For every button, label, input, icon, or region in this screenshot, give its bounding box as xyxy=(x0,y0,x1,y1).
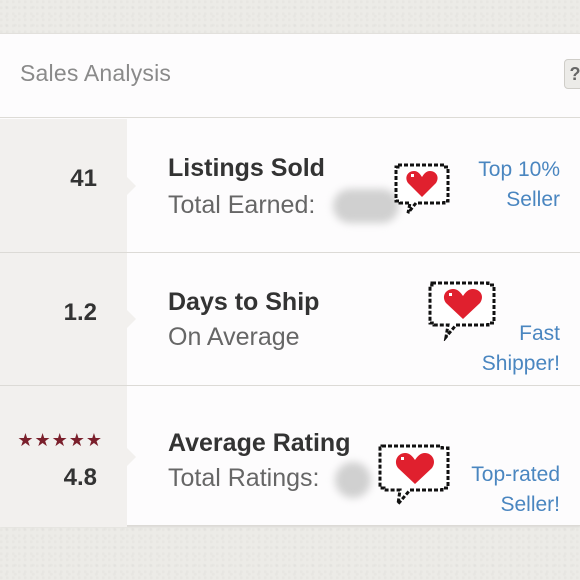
fast-shipper-badge[interactable]: Fast Shipper! xyxy=(482,319,560,379)
metric-column: ★★★★★ 4.8 xyxy=(0,386,136,527)
days-to-ship-value: 1.2 xyxy=(63,299,97,326)
total-earned-redacted xyxy=(333,189,399,223)
badge-line-2: Seller! xyxy=(500,493,560,516)
total-ratings-redacted xyxy=(335,462,371,498)
metric-column: 41 xyxy=(0,119,136,252)
badge-line-1: Top 10% xyxy=(478,158,560,181)
sales-analysis-card: Sales Analysis ? 41 Listings Sold Total … xyxy=(0,33,580,527)
badge-line-1: Top-rated xyxy=(471,463,560,486)
stat-row-average-rating: ★★★★★ 4.8 Average Rating Total Ratings: … xyxy=(0,385,580,527)
card-header: Sales Analysis ? xyxy=(0,34,580,118)
badge-line-2: Seller xyxy=(506,188,560,211)
listings-sold-count: 41 xyxy=(70,165,97,192)
on-average-label: On Average xyxy=(168,323,300,351)
star-rating-icon: ★★★★★ xyxy=(17,430,103,450)
total-earned-label: Total Earned: xyxy=(168,191,316,219)
stat-row-listings-sold: 41 Listings Sold Total Earned: Top 10% S… xyxy=(0,119,580,252)
heart-icon xyxy=(394,163,450,214)
metric-column: 1.2 xyxy=(0,253,136,385)
total-ratings-label: Total Ratings: xyxy=(168,464,320,492)
heart-icon xyxy=(378,444,450,508)
stat-row-days-to-ship: 1.2 Days to Ship On Average Fast Shipper… xyxy=(0,252,580,385)
card-title: Sales Analysis xyxy=(20,60,172,86)
listings-sold-label: Listings Sold xyxy=(168,154,325,182)
average-rating-label: Average Rating xyxy=(168,429,351,457)
days-to-ship-label: Days to Ship xyxy=(168,288,320,316)
top-rated-seller-badge[interactable]: Top-rated Seller! xyxy=(471,460,560,520)
top-seller-badge[interactable]: Top 10% Seller xyxy=(478,155,560,215)
badge-line-1: Fast xyxy=(519,322,560,345)
badge-line-2: Shipper! xyxy=(481,352,560,375)
help-button[interactable]: ? xyxy=(564,59,580,89)
average-rating-value: 4.8 xyxy=(63,464,97,491)
